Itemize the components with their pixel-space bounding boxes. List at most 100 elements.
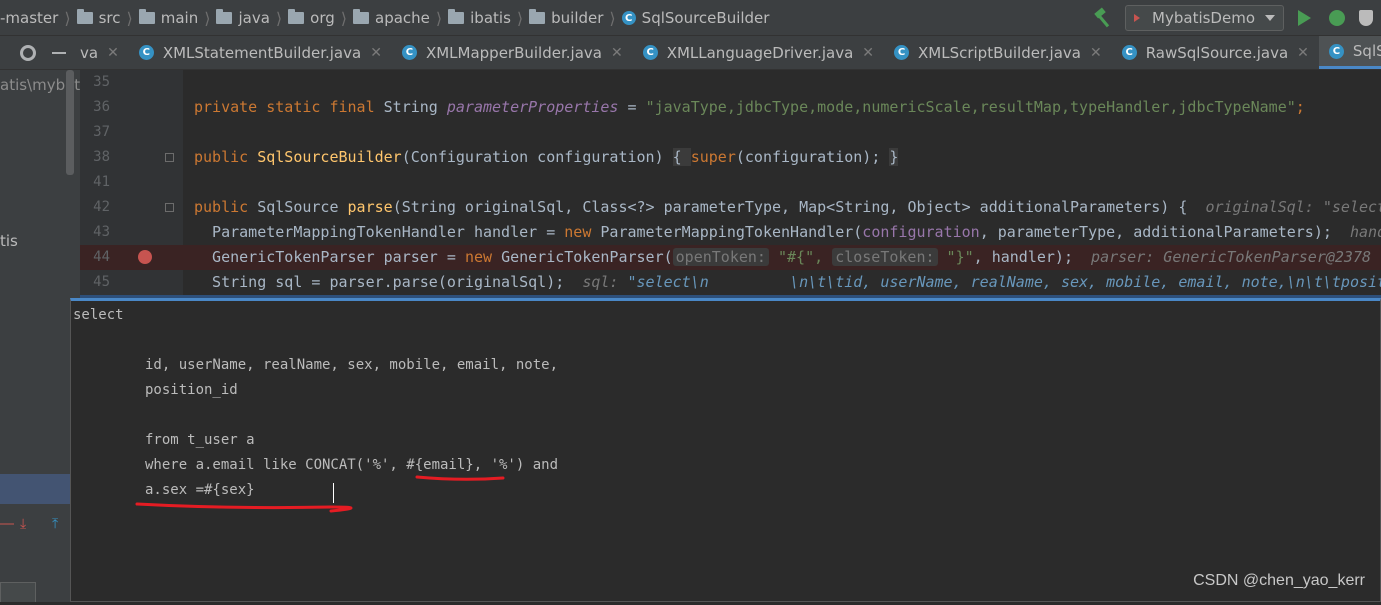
watermark: CSDN @chen_yao_kerr [1193,572,1365,589]
code-segment: GenericTokenParser parser = [194,248,465,266]
breadcrumb-item-org[interactable]: org ⟩ [284,9,349,28]
tab-label: XMLStatementBuilder.java [162,43,362,62]
class-icon: C [894,45,909,60]
code-segment: ParameterMappingTokenHandler( [600,223,863,241]
parameters: (String originalSql, Class<?> parameterT… [392,198,1188,216]
run-configuration-dropdown[interactable]: MybatisDemo [1125,5,1284,31]
tab-sql-source-builder[interactable]: C SqlSourceB [1318,36,1381,69]
keyword: new [564,223,601,241]
build-hammer-icon[interactable] [1093,8,1113,28]
debug-value: parser: GenericTokenParser@2378 [1073,248,1372,266]
step-into-icon[interactable]: ⤓ [20,516,34,532]
chevron-down-icon [1265,15,1275,21]
type-name: String [383,98,447,116]
class-icon: C [1328,43,1344,59]
close-icon[interactable]: ✕ [862,45,874,61]
parameter-hint: openToken: [672,248,769,266]
debug-icon[interactable] [1329,10,1345,26]
breadcrumb: -master ⟩ src ⟩ main ⟩ java ⟩ org ⟩ apac… [0,0,769,36]
tab-raw-sql-source[interactable]: C RawSqlSource.java ✕ [1112,36,1319,69]
code-segment: String sql = parser.parse(originalSql); [194,273,565,291]
run-configuration-label: MybatisDemo [1152,9,1255,27]
code-text: GenericTokenParser parser = new GenericT… [194,245,1371,270]
breadcrumb-item-main[interactable]: main ⟩ [135,9,213,28]
close-icon[interactable]: ✕ [1297,45,1309,61]
line-number: 36 [93,99,110,115]
project-scrollbar[interactable] [66,70,74,175]
config-icon [1134,12,1146,24]
folder-icon [529,9,546,24]
folder-icon [353,9,369,24]
step-icon[interactable]: ― [0,516,14,532]
keyword: public [194,148,258,166]
debug-value: originalSql: "select\n [1205,198,1381,216]
fold-icon[interactable] [165,153,174,162]
chevron-right-icon: ⟩ [64,8,71,28]
frames-dropdown[interactable] [0,582,36,602]
tab-xml-script-builder[interactable]: C XMLScriptBuilder.java ✕ [884,36,1112,69]
fold-icon[interactable] [165,203,174,212]
parameter-hint: closeToken: [832,248,938,266]
underline-annotation [135,502,353,513]
keyword: super [690,148,736,166]
tab-xml-language-driver[interactable]: C XMLLanguageDriver.java ✕ [633,36,884,69]
breadcrumb-item-java[interactable]: java ⟩ [212,9,284,28]
coverage-icon[interactable] [1359,10,1373,26]
debug-value: handl [1349,223,1381,241]
underline-annotation [415,475,505,481]
call-args: (configuration); [735,148,890,166]
debug-label: sql: [564,273,628,291]
breadcrumb-label: SqlSourceBuilder [641,9,770,27]
close-icon[interactable]: ✕ [611,45,623,61]
project-tree-node[interactable]: tis [0,232,18,250]
line-number: 44 [93,249,110,265]
code-line: 41 [80,170,1381,195]
type-name: SqlSource [257,198,348,216]
code-line: 43 ParameterMappingTokenHandler handler … [80,220,1381,245]
close-icon[interactable]: ✕ [370,45,382,61]
run-icon[interactable] [1298,10,1311,26]
annotation-overlay [135,475,505,513]
breadcrumb-item-project[interactable]: -master ⟩ [0,9,73,28]
code-line: 38 public SqlSourceBuilder(Configuration… [80,145,1381,170]
hide-icon[interactable] [52,51,66,54]
breadcrumb-item-apache[interactable]: apache ⟩ [349,9,444,28]
code-line: 45 String sql = parser.parse(originalSql… [80,270,1381,295]
code-line: 36 private static final String parameter… [80,95,1381,120]
close-icon[interactable]: ✕ [1090,45,1102,61]
line-number: 42 [93,199,110,215]
line-number: 41 [93,174,110,190]
keyword: new [464,248,502,266]
folder-icon [216,9,233,24]
folded-brace: } [889,148,899,166]
debug-value-popup[interactable]: select id, userName, realName, sex, mobi… [70,298,1381,602]
tab-label: RawSqlSource.java [1145,43,1289,62]
tab-xml-statement-builder[interactable]: C XMLStatementBuilder.java ✕ [129,36,392,69]
breadcrumb-item-builder[interactable]: builder ⟩ [525,9,618,28]
tab-partial[interactable]: va ✕ [80,36,129,69]
line-number: 37 [93,124,110,140]
keyword: private static final [194,98,384,116]
breadcrumb-item-ibatis[interactable]: ibatis ⟩ [444,9,525,28]
chevron-right-icon: ⟩ [340,8,347,28]
breadcrumb-item-src[interactable]: src ⟩ [73,9,135,28]
code-segment: , parameterType, additionalParameters); [979,223,1332,241]
field-name: parameterProperties [446,98,619,116]
close-icon[interactable]: ✕ [107,45,119,61]
tab-xml-mapper-builder[interactable]: C XMLMapperBuilder.java ✕ [392,36,633,69]
breakpoint-icon[interactable] [138,250,152,264]
breadcrumb-label: org [310,9,335,27]
debug-value: "select\n \n\t\tid, userName, realName, … [627,273,1381,291]
string-literal: "}" [937,248,974,266]
line-number: 35 [93,74,110,90]
folder-icon [138,9,155,24]
step-out-icon[interactable]: ⤒ [52,516,66,532]
breadcrumb-label: -master [0,9,59,27]
navigation-bar: -master ⟩ src ⟩ main ⟩ java ⟩ org ⟩ apac… [0,0,1381,36]
breadcrumb-item-class[interactable]: C SqlSourceBuilder [618,9,770,27]
tab-label: XMLScriptBuilder.java [918,43,1081,62]
class-icon: C [138,45,154,60]
gear-icon[interactable] [20,44,36,61]
breadcrumb-label: ibatis [470,9,511,27]
semicolon: ; [1295,98,1305,116]
